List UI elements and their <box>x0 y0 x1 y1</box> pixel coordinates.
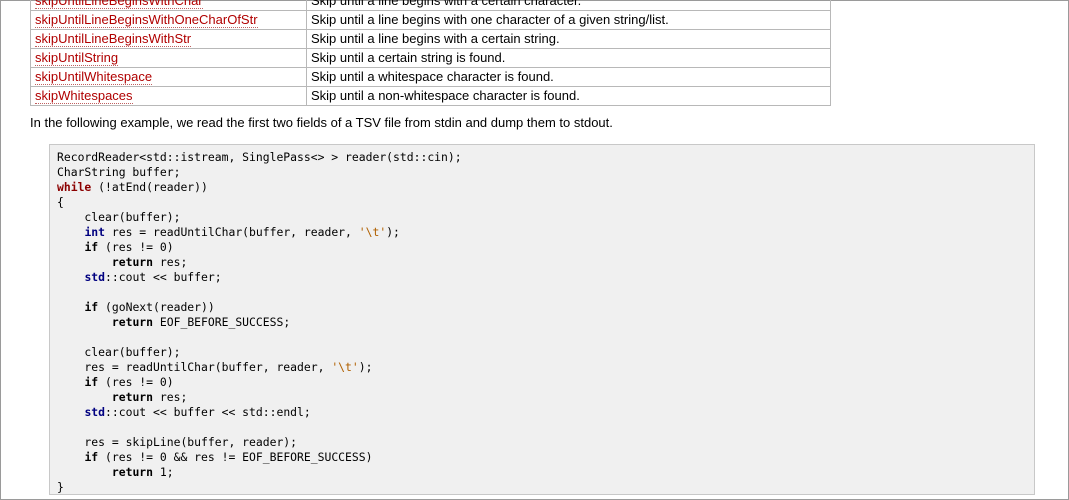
code-token: { <box>57 195 64 209</box>
code-token: RecordReader<std::istream, SinglePass<> … <box>57 150 462 164</box>
code-line: std::cout << buffer; <box>57 270 1034 285</box>
code-token: res = readUntilChar(buffer, reader, <box>57 360 332 374</box>
example-description: In the following example, we read the fi… <box>30 115 613 130</box>
code-token: (!atEnd(reader)) <box>91 180 208 194</box>
function-link[interactable]: skipUntilLineBeginsWithChar <box>35 0 203 9</box>
code-line: { <box>57 195 1034 210</box>
code-token: std <box>84 270 106 284</box>
code-token: ); <box>386 225 400 239</box>
code-token: (res != 0 && res != EOF_BEFORE_SUCCESS) <box>98 450 373 464</box>
code-token: std <box>84 405 106 419</box>
function-description-cell: Skip until a line begins with a certain … <box>306 29 831 49</box>
function-name-cell: skipUntilLineBeginsWithChar <box>30 0 307 11</box>
code-token: ); <box>358 360 373 374</box>
code-token: return <box>111 315 154 329</box>
function-description-cell: Skip until a certain string is found. <box>306 48 831 68</box>
code-line: clear(buffer); <box>57 210 1034 225</box>
function-link[interactable]: skipUntilWhitespace <box>35 69 153 85</box>
code-line: if (res != 0) <box>57 375 1034 390</box>
code-token: (res != 0) <box>98 375 174 389</box>
code-line: res = skipLine(buffer, reader); <box>57 435 1034 450</box>
function-description-cell: Skip until a whitespace character is fou… <box>306 67 831 87</box>
code-token: '\t' <box>331 360 359 374</box>
code-token: (goNext(reader)) <box>98 300 215 314</box>
code-token: clear(buffer); <box>57 210 181 224</box>
function-description-cell: Skip until a line begins with one charac… <box>306 10 831 30</box>
function-name-cell: skipUntilLineBeginsWithOneCharOfStr <box>30 10 307 30</box>
code-line: clear(buffer); <box>57 345 1034 360</box>
code-token: return <box>111 465 154 479</box>
table-row: skipUntilWhitespace Skip until a whitespa… <box>30 67 831 87</box>
code-token: EOF_BEFORE_SUCCESS; <box>153 315 291 329</box>
code-token: if <box>84 375 99 389</box>
code-token: res; <box>153 255 188 269</box>
function-link[interactable]: skipWhitespaces <box>35 88 133 104</box>
code-token: return <box>111 390 154 404</box>
code-token: '\t' <box>358 225 387 239</box>
function-name-cell: skipUntilString <box>30 48 307 68</box>
page-frame: skipUntilLineBeginsWithChar Skip until a … <box>0 0 1069 500</box>
code-token: clear(buffer); <box>57 345 181 359</box>
code-line: if (res != 0 && res != EOF_BEFORE_SUCCES… <box>57 450 1034 465</box>
code-line: return 1; <box>57 465 1034 480</box>
code-token: CharString buffer; <box>57 165 181 179</box>
function-name-cell: skipUntilWhitespace <box>30 67 307 87</box>
function-name-cell: skipWhitespaces <box>30 86 307 106</box>
function-name-cell: skipUntilLineBeginsWithStr <box>30 29 307 49</box>
table-row: skipUntilLineBeginsWithOneCharOfStr Skip … <box>30 10 831 30</box>
code-line: return res; <box>57 390 1034 405</box>
code-token: res = readUntilChar(buffer, reader, <box>105 225 359 239</box>
code-line: std::cout << buffer << std::endl; <box>57 405 1034 420</box>
code-line: return res; <box>57 255 1034 270</box>
code-line: if (goNext(reader)) <box>57 300 1034 315</box>
code-token: return <box>111 255 154 269</box>
code-token: int <box>84 225 106 239</box>
code-token: 1; <box>153 465 174 479</box>
code-line: return EOF_BEFORE_SUCCESS; <box>57 315 1034 330</box>
code-line: } <box>57 480 1034 494</box>
code-line: RecordReader<std::istream, SinglePass<> … <box>57 150 1034 165</box>
function-description-cell: Skip until a line begins with a certain … <box>306 0 831 11</box>
code-token: res; <box>153 390 188 404</box>
table-row: skipWhitespaces Skip until a non-whitespa… <box>30 86 831 106</box>
code-line: while (!atEnd(reader)) <box>57 180 1034 195</box>
code-token: if <box>84 300 99 314</box>
table-row: skipUntilLineBeginsWithChar Skip until a … <box>30 0 831 11</box>
code-line: int res = readUntilChar(buffer, reader, … <box>57 225 1034 240</box>
function-link[interactable]: skipUntilLineBeginsWithOneCharOfStr <box>35 12 258 28</box>
function-table: skipUntilLineBeginsWithChar Skip until a … <box>30 0 831 106</box>
table-row: skipUntilString Skip until a certain stri… <box>30 48 831 68</box>
function-link[interactable]: skipUntilLineBeginsWithStr <box>35 31 192 47</box>
code-line: if (res != 0) <box>57 240 1034 255</box>
code-token: ::cout << buffer; <box>105 270 222 284</box>
code-example: RecordReader<std::istream, SinglePass<> … <box>49 144 1035 495</box>
code-line: CharString buffer; <box>57 165 1034 180</box>
code-token: if <box>84 450 99 464</box>
code-token: ::cout << buffer << std::endl; <box>105 405 311 419</box>
table-row: skipUntilLineBeginsWithStr Skip until a l… <box>30 29 831 49</box>
code-token: } <box>57 480 64 494</box>
code-line: res = readUntilChar(buffer, reader, '\t'… <box>57 360 1034 375</box>
code-token: if <box>84 240 99 254</box>
code-token: while <box>57 180 92 194</box>
function-description-cell: Skip until a non-whitespace character is… <box>306 86 831 106</box>
code-token: (res != 0) <box>98 240 174 254</box>
function-link[interactable]: skipUntilString <box>35 50 119 66</box>
code-token: res = skipLine(buffer, reader); <box>57 435 298 449</box>
